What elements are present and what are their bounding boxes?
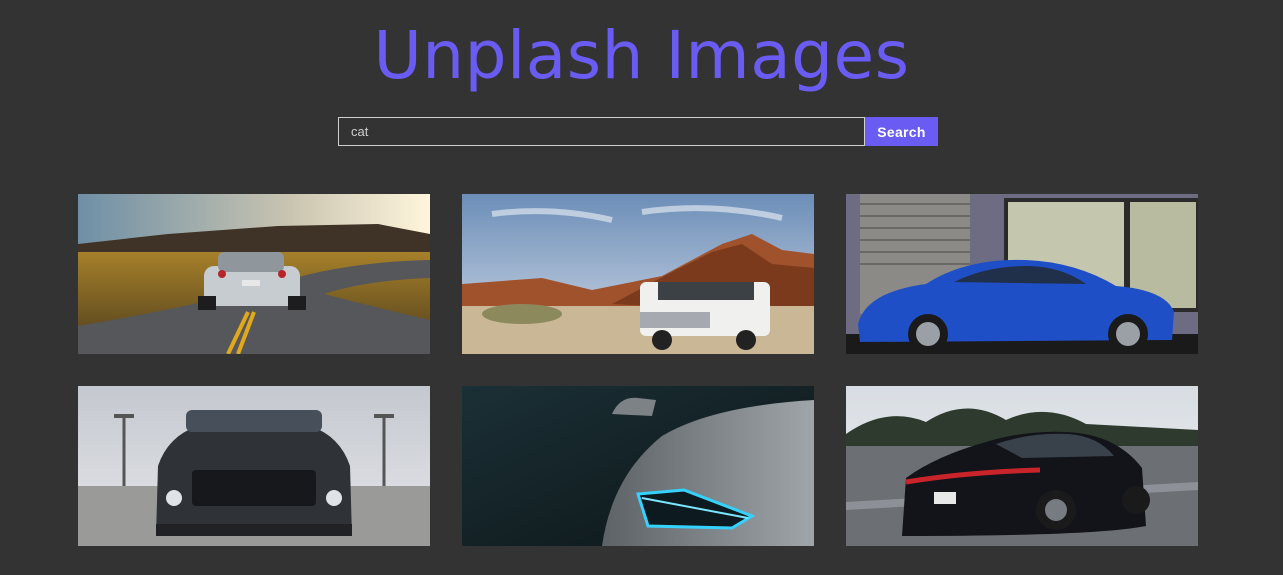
car-photo-dark-muscle: [78, 386, 430, 546]
image-card[interactable]: [462, 386, 814, 546]
car-photo-desert-suv: [462, 194, 814, 354]
search-input[interactable]: [338, 117, 865, 146]
image-card[interactable]: [78, 194, 430, 354]
search-button[interactable]: Search: [865, 117, 938, 146]
car-photo-black-sedan: [846, 386, 1198, 546]
image-grid: [78, 194, 1198, 546]
car-photo-headlight: [462, 386, 814, 546]
page-title: Unplash Images: [373, 17, 910, 94]
search-form: Search: [338, 117, 938, 146]
car-photo-road-sunset: [78, 194, 430, 354]
image-card[interactable]: [78, 386, 430, 546]
car-photo-blue-coupe: [846, 194, 1198, 354]
image-card[interactable]: [846, 194, 1198, 354]
image-card[interactable]: [846, 386, 1198, 546]
image-card[interactable]: [462, 194, 814, 354]
